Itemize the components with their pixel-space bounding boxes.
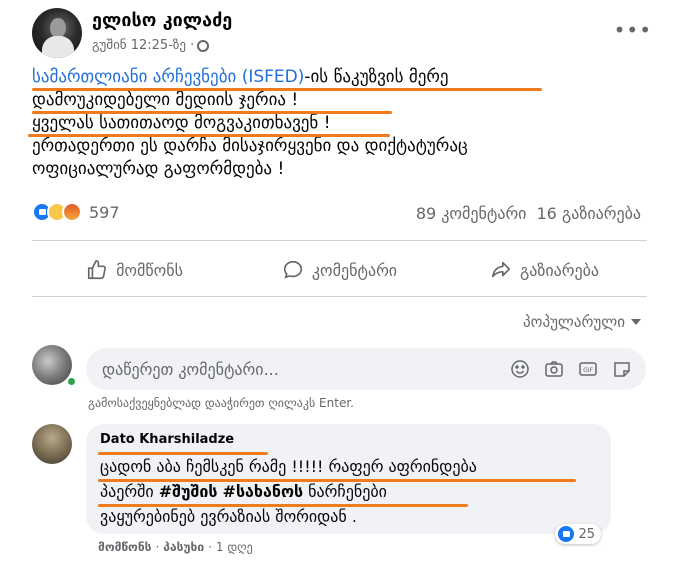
highlight-underline [98, 479, 576, 482]
shares-count[interactable]: 16 გაზიარება [536, 204, 641, 223]
share-button[interactable]: გაზიარება [442, 246, 647, 294]
separator: · [208, 540, 212, 554]
post-text-line: ერთადერთი ეს დარჩა მისაჯირყვენი და დიქტა… [32, 136, 468, 156]
hashtag-link[interactable]: #სახანოს [223, 482, 304, 501]
comment-text-line: ცადონ აბა ჩემსკენ რამე !!!!! რაფერ აფრინ… [100, 457, 477, 476]
share-button-label: გაზიარება [519, 260, 600, 280]
like-button-label: მომწონს [116, 260, 183, 280]
comment-time[interactable]: 1 დღე [216, 540, 253, 554]
composer-hint: გამოსაქვეყნებლად დააჭირეთ ღილაკს Enter. [88, 396, 354, 410]
comment-text-line: ვაყურებინებ ევრაზიას შორიდან . [100, 507, 357, 526]
comment-button-label: კომენტარი [311, 260, 398, 280]
comment-input[interactable] [102, 348, 462, 390]
divider [32, 240, 647, 241]
comments-count[interactable]: 89 კომენტარი [416, 204, 527, 223]
post-text-segment: -ის წაკუზვის მერე [304, 67, 449, 87]
sort-label: პოპულარული [523, 313, 625, 331]
camera-icon[interactable] [544, 359, 564, 379]
thumbs-up-icon [87, 260, 106, 280]
author-avatar[interactable] [32, 8, 82, 58]
post-body: სამართლიანი არჩევნები (ISFED)-ის წაკუზვი… [32, 66, 642, 181]
comment-text: ცადონ აბა ჩემსკენ რამე !!!!! რაფერ აფრინ… [100, 454, 477, 529]
isfed-link[interactable]: სამართლიანი არჩევნები (ISFED) [32, 67, 304, 87]
angry-reaction-icon [62, 202, 82, 222]
post-text-line: სამართლიანი არჩევნები (ISFED)-ის წაკუზვი… [32, 66, 642, 89]
post-text-line: ყველას სათითაოდ მოგვაკითხავენ ! [32, 113, 331, 133]
hashtag-link[interactable]: #შუშის [159, 482, 218, 501]
separator: · [155, 540, 160, 554]
share-arrow-icon [491, 261, 511, 278]
comment-button[interactable]: კომენტარი [237, 246, 442, 294]
comment-reply-link[interactable]: პასუხი [163, 540, 204, 554]
comment-text-segment: პაერში [100, 482, 159, 501]
svg-text:GIF: GIF [583, 367, 593, 374]
comment-bubble-icon [283, 260, 302, 279]
post-timestamp[interactable]: გუშინ 12:25-ზე · [92, 38, 194, 53]
post-author-name[interactable]: ელისო კილაძე [92, 10, 232, 31]
post-text-line: ოფიციალურად გაფორმდება ! [32, 159, 285, 179]
commenter-avatar[interactable] [32, 424, 72, 464]
reactions-count: 597 [89, 202, 120, 222]
highlight-underline [98, 452, 268, 455]
post-text-line: დამოუკიდებელი მედიის ჯერია ! [32, 90, 299, 110]
comment-text-segment: ნარჩენები [303, 482, 387, 501]
highlight-underline [32, 88, 542, 91]
highlight-underline [98, 504, 468, 507]
emoji-icon[interactable] [510, 359, 530, 379]
comment-sort-dropdown[interactable]: პოპულარული [523, 313, 641, 331]
online-status-dot [66, 376, 77, 387]
more-options-icon[interactable]: ••• [614, 18, 652, 42]
caret-down-icon [631, 319, 641, 325]
divider [32, 296, 647, 297]
post-action-bar: მომწონს კომენტარი გაზიარება [32, 246, 647, 294]
like-button[interactable]: მომწონს [32, 246, 237, 294]
gif-icon[interactable]: GIF [578, 359, 598, 379]
reactions-summary[interactable]: 597 [32, 202, 120, 222]
post-header: ელისო კილაძე გუშინ 12:25-ზე · ••• [32, 8, 652, 58]
comment-text-line: პაერში #შუშის #სახანოს ნარჩენები [100, 479, 477, 504]
composer-icons: GIF [510, 359, 632, 379]
globe-icon [197, 39, 210, 52]
comment-actions: მომწონს · პასუხი · 1 დღე [98, 540, 253, 554]
highlight-underline [32, 111, 392, 114]
post-meta: გუშინ 12:25-ზე · [92, 38, 210, 53]
like-reaction-icon [558, 526, 575, 542]
comment-reactions[interactable]: 25 [555, 524, 601, 544]
highlight-underline [28, 134, 390, 137]
commenter-name[interactable]: Dato Kharshiladze [100, 432, 234, 447]
sticker-icon[interactable] [612, 359, 632, 379]
comment-like-link[interactable]: მომწონს [98, 540, 151, 554]
engagement-counts: 89 კომენტარი 16 გაზიარება [416, 204, 641, 223]
comment-composer[interactable]: GIF [86, 348, 646, 390]
comment-reaction-count: 25 [578, 526, 595, 542]
